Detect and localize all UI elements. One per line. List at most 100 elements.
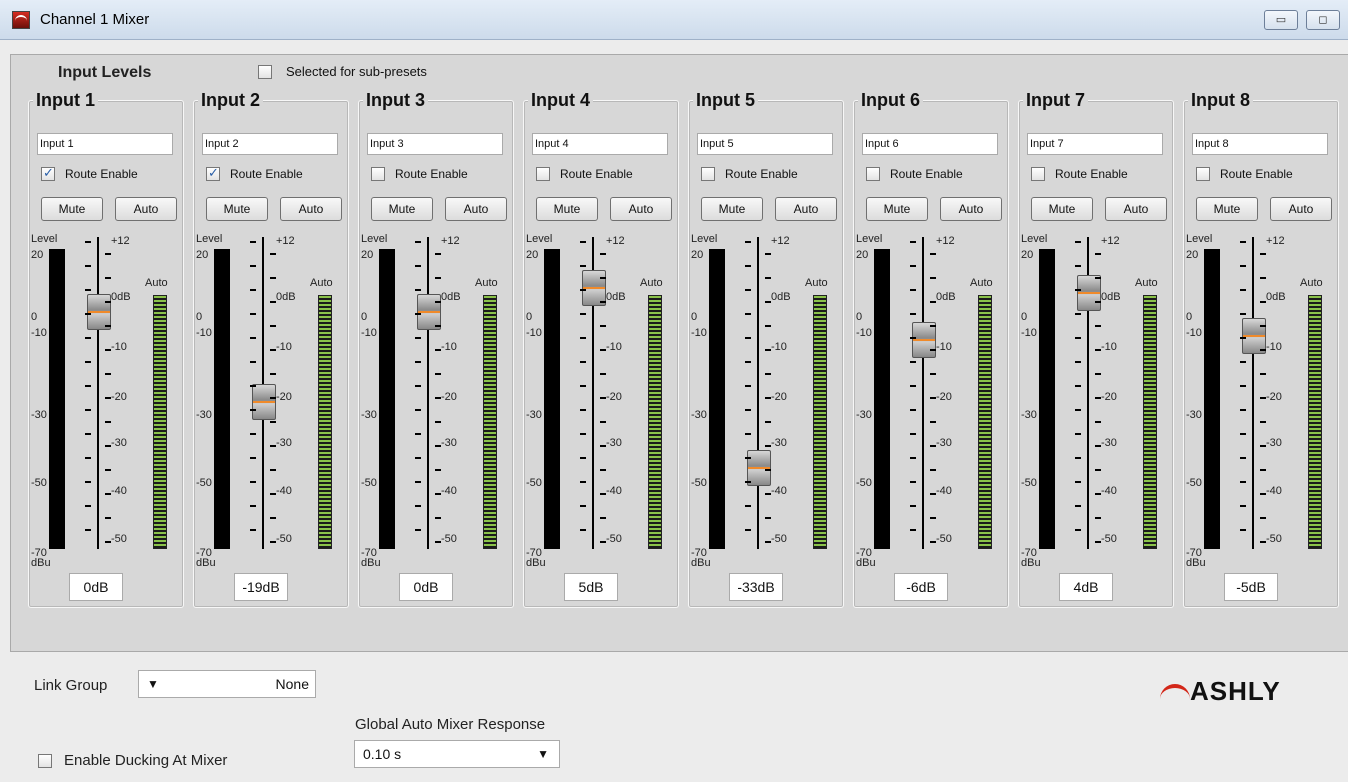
route-enable-checkbox[interactable] xyxy=(371,167,385,181)
level-value[interactable]: -5dB xyxy=(1224,573,1278,601)
fader-tick xyxy=(600,325,606,327)
auto-button[interactable]: Auto xyxy=(280,197,342,221)
fader-scale-label: -40 xyxy=(606,485,622,497)
subpresets-checkbox[interactable] xyxy=(258,65,272,79)
input-name-field[interactable]: Input 4 xyxy=(532,133,668,155)
fader-tick xyxy=(250,433,256,435)
strip-title: Input 8 xyxy=(1188,90,1253,111)
meter-scale-label: -70 xyxy=(196,547,212,559)
fader-tick xyxy=(415,433,421,435)
fader-tick xyxy=(600,421,606,423)
fader-tick xyxy=(1260,373,1266,375)
level-value[interactable]: -33dB xyxy=(729,573,783,601)
fader-scale-label: -50 xyxy=(936,533,952,545)
level-label: Level xyxy=(856,233,883,245)
fader-tick xyxy=(910,457,916,459)
fader-tick xyxy=(435,349,441,351)
input-name-field[interactable]: Input 2 xyxy=(202,133,338,155)
level-value[interactable]: 5dB xyxy=(564,573,618,601)
mute-button[interactable]: Mute xyxy=(41,197,103,221)
input-name-field[interactable]: Input 8 xyxy=(1192,133,1328,155)
level-value[interactable]: 0dB xyxy=(69,573,123,601)
mute-button[interactable]: Mute xyxy=(1196,197,1258,221)
level-value[interactable]: 0dB xyxy=(399,573,453,601)
mute-button[interactable]: Mute xyxy=(371,197,433,221)
input-name-field[interactable]: Input 7 xyxy=(1027,133,1163,155)
fader-tick xyxy=(415,505,421,507)
fader-tick xyxy=(1095,469,1101,471)
fader-tick xyxy=(1095,325,1101,327)
level-value[interactable]: 4dB xyxy=(1059,573,1113,601)
fader-tick xyxy=(745,337,751,339)
fader-tick xyxy=(910,505,916,507)
mute-button[interactable]: Mute xyxy=(701,197,763,221)
fader-tick xyxy=(745,361,751,363)
route-enable-checkbox[interactable] xyxy=(536,167,550,181)
level-label: Level xyxy=(196,233,223,245)
fader-tick xyxy=(85,361,91,363)
fader-tick xyxy=(435,493,441,495)
auto-button[interactable]: Auto xyxy=(115,197,177,221)
input-name-field[interactable]: Input 6 xyxy=(862,133,998,155)
level-meter xyxy=(379,249,395,549)
meter-scale-label: -70 xyxy=(691,547,707,559)
mute-button[interactable]: Mute xyxy=(866,197,928,221)
route-enable-checkbox[interactable] xyxy=(701,167,715,181)
fader-tick xyxy=(745,409,751,411)
level-meter xyxy=(1204,249,1220,549)
fader-scale-label: -40 xyxy=(1101,485,1117,497)
route-enable-label: Route Enable xyxy=(725,167,798,181)
fader-tick xyxy=(435,541,441,543)
fader-tick xyxy=(1095,397,1101,399)
fader-tick xyxy=(745,433,751,435)
mute-button[interactable]: Mute xyxy=(1031,197,1093,221)
auto-button[interactable]: Auto xyxy=(775,197,837,221)
fader-tick xyxy=(910,409,916,411)
fader-tick xyxy=(85,385,91,387)
level-value[interactable]: -19dB xyxy=(234,573,288,601)
route-enable-checkbox[interactable] xyxy=(1196,167,1210,181)
fader-tick xyxy=(105,493,111,495)
fader-knob[interactable] xyxy=(912,322,936,359)
level-label: Level xyxy=(691,233,718,245)
restore-button[interactable]: ◻ xyxy=(1306,10,1340,30)
level-label: Level xyxy=(526,233,553,245)
auto-button[interactable]: Auto xyxy=(940,197,1002,221)
global-response-dropdown[interactable]: 0.10 s ▼ xyxy=(354,740,560,768)
minimize-button[interactable]: ▭ xyxy=(1264,10,1298,30)
mute-button[interactable]: Mute xyxy=(536,197,598,221)
fader-tick xyxy=(1240,313,1246,315)
meter-scale-label: -50 xyxy=(196,477,212,489)
mute-button[interactable]: Mute xyxy=(206,197,268,221)
route-enable-checkbox[interactable] xyxy=(206,165,220,181)
level-meter xyxy=(214,249,230,549)
route-enable-checkbox[interactable] xyxy=(866,167,880,181)
meter-scale-label: 20 xyxy=(526,249,539,261)
fader-scale-label: +12 xyxy=(771,235,790,247)
fader-tick xyxy=(765,325,771,327)
meter-scale-label: -70 xyxy=(526,547,542,559)
fader-tick xyxy=(1075,265,1081,267)
fader-tick xyxy=(910,337,916,339)
fader-tick xyxy=(85,481,91,483)
route-enable-checkbox[interactable] xyxy=(41,165,55,181)
meter-scale-label: -30 xyxy=(1021,409,1037,421)
route-enable-checkbox[interactable] xyxy=(1031,167,1045,181)
fader-tick xyxy=(930,349,936,351)
auto-meter-label: Auto xyxy=(970,277,993,289)
auto-button[interactable]: Auto xyxy=(610,197,672,221)
fader-knob[interactable] xyxy=(252,384,276,420)
auto-button[interactable]: Auto xyxy=(445,197,507,221)
auto-button[interactable]: Auto xyxy=(1105,197,1167,221)
fader-knob[interactable] xyxy=(1077,274,1101,311)
input-name-field[interactable]: Input 5 xyxy=(697,133,833,155)
level-value[interactable]: -6dB xyxy=(894,573,948,601)
fader-tick xyxy=(250,361,256,363)
fader-tick xyxy=(270,373,276,375)
link-group-dropdown[interactable]: ▼ None xyxy=(138,670,316,698)
auto-button[interactable]: Auto xyxy=(1270,197,1332,221)
input-name-field[interactable]: Input 3 xyxy=(367,133,503,155)
ducking-checkbox[interactable] xyxy=(38,754,52,768)
route-enable-label: Route Enable xyxy=(65,167,138,181)
input-name-field[interactable]: Input 1 xyxy=(37,133,173,155)
